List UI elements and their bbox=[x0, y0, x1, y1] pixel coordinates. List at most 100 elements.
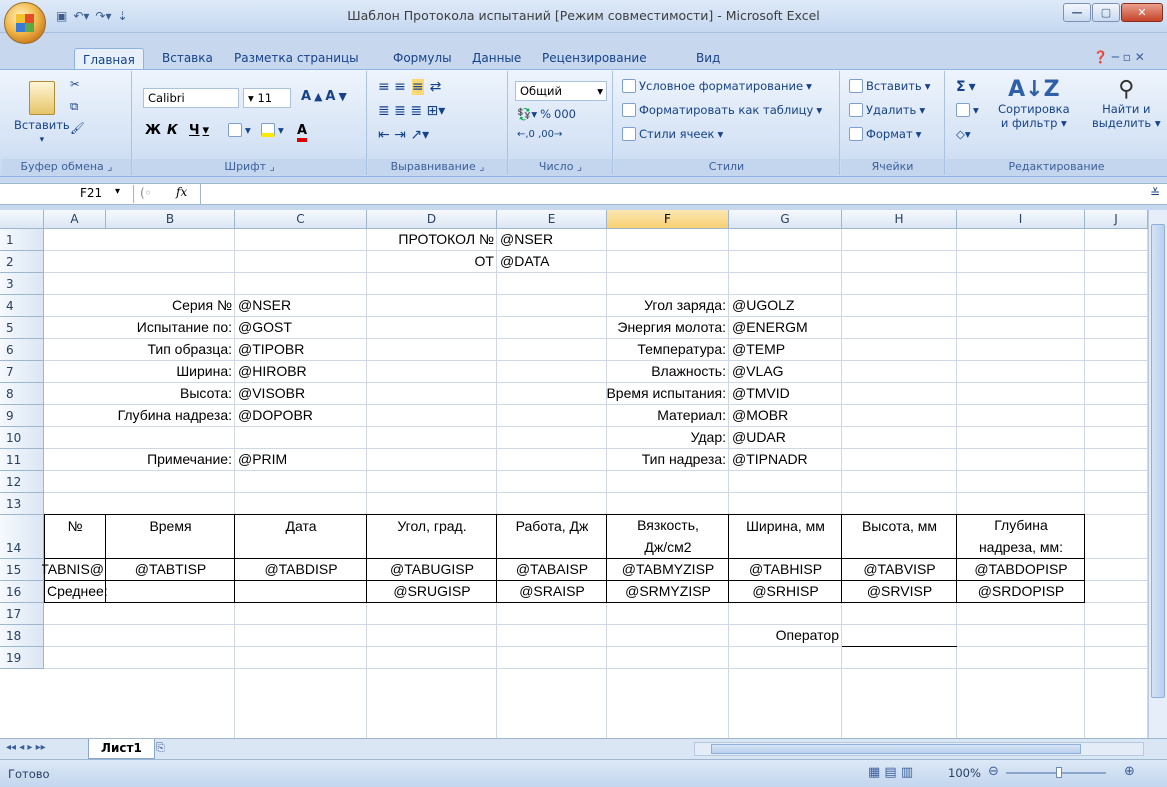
column-header-E[interactable]: E bbox=[497, 210, 607, 229]
sort-filter-button[interactable]: A↓Z Сортировка и фильтр ▾ bbox=[998, 77, 1070, 130]
zoom-in-icon[interactable]: ⊕ bbox=[1124, 764, 1135, 779]
cell-B6[interactable]: Тип образца: bbox=[147, 340, 232, 359]
cell-B4[interactable]: Серия № bbox=[172, 296, 232, 315]
cell-F14-b[interactable]: Дж/см2 bbox=[607, 538, 729, 557]
row-header-8[interactable]: 8 bbox=[0, 383, 44, 405]
column-header-H[interactable]: H bbox=[842, 210, 957, 229]
sheet-nav-arrows[interactable]: ◂◂ ◂ ▸ ▸▸ bbox=[6, 742, 46, 753]
cell-B5[interactable]: Испытание по: bbox=[137, 318, 232, 337]
cell-C8[interactable]: @VISOBR bbox=[238, 384, 305, 403]
cell-C5[interactable]: @GOST bbox=[238, 318, 292, 337]
find-select-button[interactable]: ⚲ Найти и выделить ▾ bbox=[1092, 77, 1161, 130]
cell-B8[interactable]: Высота: bbox=[180, 384, 232, 403]
cell-C4[interactable]: @NSER bbox=[238, 296, 291, 315]
column-header-D[interactable]: D bbox=[367, 210, 497, 229]
cell-H16[interactable]: @SRVISP bbox=[842, 582, 957, 601]
italic-button[interactable]: К bbox=[167, 123, 178, 138]
cell-styles-button[interactable]: Стили ячеек ▾ bbox=[622, 127, 723, 141]
cell-G18[interactable]: Оператор bbox=[776, 626, 839, 645]
cell-G6[interactable]: @TEMP bbox=[732, 340, 785, 359]
row-header-10[interactable]: 10 bbox=[0, 427, 44, 449]
paste-button[interactable]: Вставить ▾ bbox=[14, 81, 70, 145]
zoom-level[interactable]: 100% bbox=[948, 766, 981, 780]
row-header-19[interactable]: 19 bbox=[0, 647, 44, 669]
delete-cells-button[interactable]: Удалить ▾ bbox=[849, 103, 925, 117]
minimize-button[interactable]: — bbox=[1063, 3, 1091, 22]
tab-formulas[interactable]: Формулы bbox=[385, 47, 460, 69]
cell-E1[interactable]: @NSER bbox=[500, 230, 553, 249]
zoom-slider[interactable] bbox=[1006, 767, 1106, 778]
cell-H15[interactable]: @TABVISP bbox=[842, 560, 957, 579]
cell-D16[interactable]: @SRUGISP bbox=[367, 582, 497, 601]
autosum-button[interactable]: Σ ▾ bbox=[956, 79, 976, 95]
formula-input[interactable] bbox=[200, 184, 1148, 204]
expand-formula-bar-icon[interactable]: ≚ bbox=[1150, 186, 1160, 200]
cell-A14[interactable]: № bbox=[44, 517, 106, 536]
cell-F11[interactable]: Тип надреза: bbox=[642, 450, 726, 469]
cell-B14[interactable]: Время bbox=[106, 517, 235, 536]
cell-D15[interactable]: @TABUGISP bbox=[367, 560, 497, 579]
row-header-4[interactable]: 4 bbox=[0, 295, 44, 317]
underline-button[interactable]: Ч ▾ bbox=[189, 123, 209, 138]
cell-E2[interactable]: @DATA bbox=[500, 252, 549, 271]
column-header-G[interactable]: G bbox=[729, 210, 842, 229]
column-header-I[interactable]: I bbox=[957, 210, 1085, 229]
cell-G8[interactable]: @TMVID bbox=[732, 384, 790, 403]
cell-D1[interactable]: ПРОТОКОЛ № bbox=[398, 230, 494, 249]
cell-E14[interactable]: Работа, Дж bbox=[497, 517, 607, 536]
cut-icon[interactable]: ✂ bbox=[70, 77, 80, 91]
cell-F15[interactable]: @TABMYZISP bbox=[607, 560, 729, 579]
row-header-11[interactable]: 11 bbox=[0, 449, 44, 471]
ribbon-window-controls[interactable]: ❓ ─ ▫ ✕ bbox=[1093, 50, 1145, 64]
sheet-tab-list1[interactable]: Лист1 bbox=[88, 739, 155, 759]
name-box-dropdown-icon[interactable]: ▾ bbox=[115, 186, 120, 197]
font-color-button[interactable]: A bbox=[297, 123, 308, 142]
cell-B7[interactable]: Ширина: bbox=[176, 362, 232, 381]
cell-G9[interactable]: @MOBR bbox=[732, 406, 788, 425]
row-header-3[interactable]: 3 bbox=[0, 273, 44, 295]
cell-I15[interactable]: @TABDOPISP bbox=[957, 560, 1085, 579]
zoom-slider-thumb[interactable] bbox=[1056, 767, 1062, 778]
row-header-14[interactable]: 14 bbox=[0, 515, 44, 559]
vertical-scrollbar[interactable] bbox=[1148, 210, 1167, 738]
cell-G7[interactable]: @VLAG bbox=[732, 362, 784, 381]
row-header-18[interactable]: 18 bbox=[0, 625, 44, 647]
cell-F7[interactable]: Влажность: bbox=[651, 362, 726, 381]
cell-F8[interactable]: Время испытания: bbox=[606, 384, 726, 403]
insert-sheet-icon[interactable]: ⎘ bbox=[156, 741, 165, 755]
maximize-button[interactable]: ▢ bbox=[1092, 3, 1120, 22]
cell-I16[interactable]: @SRDOPISP bbox=[957, 582, 1085, 601]
row-header-5[interactable]: 5 bbox=[0, 317, 44, 339]
cell-B15[interactable]: @TABTISP bbox=[106, 560, 235, 579]
copy-icon[interactable]: ⧉ bbox=[70, 99, 78, 114]
cell-B11[interactable]: Примечание: bbox=[147, 450, 232, 469]
fill-button[interactable]: ▾ bbox=[956, 103, 979, 117]
worksheet-grid[interactable] bbox=[0, 210, 1148, 738]
row-header-12[interactable]: 12 bbox=[0, 471, 44, 493]
cell-F9[interactable]: Материал: bbox=[657, 406, 726, 425]
borders-button[interactable]: ▾ bbox=[228, 123, 251, 137]
number-format-combo[interactable]: Общий ▾ bbox=[515, 81, 607, 101]
indent-buttons[interactable]: ⇤ ⇥ ↗▾ bbox=[378, 127, 429, 143]
cell-C9[interactable]: @DOPOBR bbox=[238, 406, 313, 425]
tab-view[interactable]: Вид bbox=[688, 47, 728, 69]
tab-home[interactable]: Главная bbox=[74, 48, 144, 70]
tab-page-layout[interactable]: Разметка страницы bbox=[226, 47, 367, 69]
insert-function-icon[interactable]: fx bbox=[176, 185, 187, 199]
select-all-corner[interactable] bbox=[0, 210, 44, 229]
cell-F4[interactable]: Угол заряда: bbox=[644, 296, 726, 315]
row-header-2[interactable]: 2 bbox=[0, 251, 44, 273]
cell-F5[interactable]: Энергия молота: bbox=[617, 318, 726, 337]
cell-B9[interactable]: Глубина надреза: bbox=[118, 406, 232, 425]
cell-G5[interactable]: @ENERGM bbox=[732, 318, 808, 337]
cell-C6[interactable]: @TIPOBR bbox=[238, 340, 304, 359]
font-size-combo[interactable]: ▾ 11 bbox=[243, 88, 291, 108]
cell-F10[interactable]: Удар: bbox=[691, 428, 726, 447]
horizontal-align-buttons[interactable]: ≣ ≣ ≣ ⊞▾ bbox=[378, 103, 445, 119]
bold-button[interactable]: Ж bbox=[145, 123, 161, 138]
column-header-F[interactable]: F bbox=[607, 210, 729, 229]
row-header-13[interactable]: 13 bbox=[0, 493, 44, 515]
cell-F6[interactable]: Температура: bbox=[637, 340, 726, 359]
row-header-6[interactable]: 6 bbox=[0, 339, 44, 361]
fill-color-button[interactable]: ▾ bbox=[261, 123, 284, 137]
